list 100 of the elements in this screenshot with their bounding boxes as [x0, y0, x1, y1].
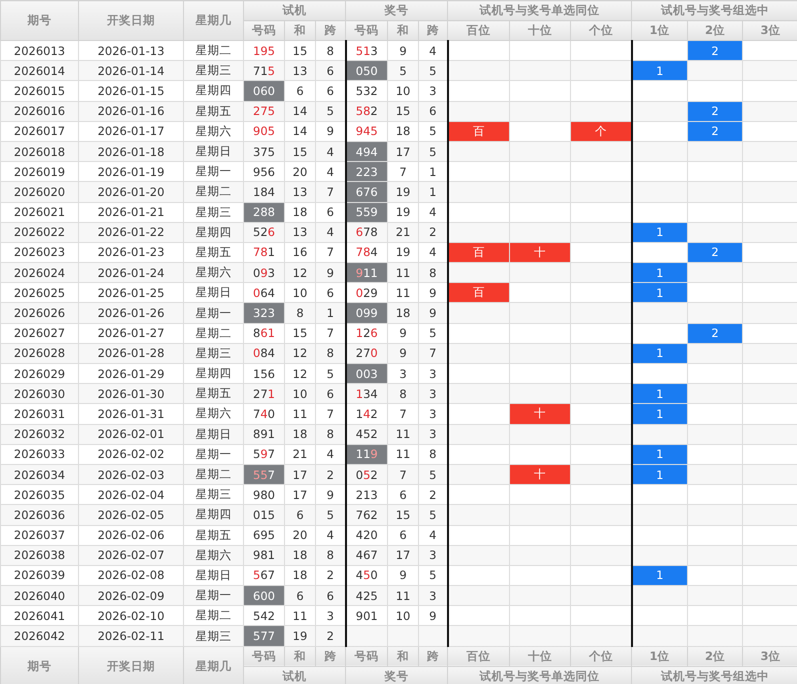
table-cell: 2026-01-15	[78, 80, 184, 102]
table-cell: 2026-01-27	[78, 323, 184, 344]
number-cell: 557	[244, 464, 284, 485]
column-header: 跨	[418, 646, 448, 666]
number-cell: 559	[346, 202, 388, 222]
hit-cell: 1	[632, 262, 688, 283]
table-cell: 2026031	[0, 404, 78, 424]
hit-cell: 1	[632, 444, 688, 464]
hit-cell: 1	[632, 222, 688, 242]
table-cell: 6	[388, 525, 419, 546]
hit-cell: 1	[632, 384, 688, 404]
column-header: 跨	[316, 646, 346, 666]
table-cell: 2026015	[0, 80, 78, 102]
column-group-header: 试机号与奖号单选同位	[448, 0, 632, 20]
column-header: 号码	[244, 646, 284, 666]
table-cell: 18	[284, 545, 316, 566]
column-header: 期号	[0, 646, 78, 684]
number-cell: 891	[244, 424, 284, 444]
table-cell: 9	[388, 323, 419, 344]
column-header: 1位	[632, 646, 688, 666]
table-cell: 2026016	[0, 101, 78, 122]
hit-cell: 百	[448, 121, 510, 142]
column-header: 十位	[510, 20, 571, 40]
table-cell: 星期二	[184, 323, 244, 344]
column-header: 和	[388, 646, 419, 666]
table-cell: 20	[284, 525, 316, 546]
table-cell: 8	[284, 302, 316, 324]
hit-cell: 2	[688, 242, 743, 263]
table-cell: 2026-02-07	[78, 545, 184, 566]
number-cell: 905	[244, 121, 284, 142]
table-cell: 14	[284, 121, 316, 142]
table-cell: 10	[388, 80, 419, 102]
table-cell: 2026-02-02	[78, 444, 184, 464]
column-group-header: 奖号	[346, 666, 448, 684]
column-header: 号码	[346, 646, 388, 666]
column-group-header: 试机号与奖号组选中	[632, 666, 797, 684]
hit-cell: 十	[510, 242, 571, 263]
number-cell: 223	[346, 162, 388, 182]
number-cell: 275	[244, 101, 284, 122]
table-cell: 13	[284, 182, 316, 202]
number-cell: 050	[346, 60, 388, 81]
table-cell: 2026038	[0, 545, 78, 566]
table-cell: 2026-02-11	[78, 626, 184, 646]
table-cell: 11	[284, 404, 316, 424]
column-header: 开奖日期	[78, 0, 184, 40]
hit-cell: 十	[510, 464, 571, 485]
column-header: 跨	[316, 20, 346, 40]
table-cell: 14	[284, 101, 316, 122]
table-cell: 2026017	[0, 121, 78, 142]
column-header: 期号	[0, 0, 78, 40]
number-cell: 911	[346, 262, 388, 283]
table-cell: 2026026	[0, 302, 78, 324]
table-cell: 星期四	[184, 222, 244, 242]
hit-cell: 1	[632, 282, 688, 303]
table-cell: 2026-01-22	[78, 222, 184, 242]
table-cell: 星期二	[184, 182, 244, 202]
number-cell: 740	[244, 404, 284, 424]
column-header: 星期几	[184, 0, 244, 40]
table-cell: 21	[284, 444, 316, 464]
table-cell: 星期六	[184, 545, 244, 566]
number-cell: 060	[244, 80, 284, 102]
table-cell: 2026-01-20	[78, 182, 184, 202]
column-header: 百位	[448, 20, 510, 40]
table-cell: 21	[388, 222, 419, 242]
hit-cell: 十	[510, 404, 571, 424]
table-cell: 13	[284, 222, 316, 242]
column-group-header: 奖号	[346, 0, 448, 20]
table-cell: 19	[284, 626, 316, 646]
column-header: 号码	[244, 20, 284, 40]
table-cell: 6	[284, 504, 316, 525]
column-group-header: 试机号与奖号单选同位	[448, 666, 632, 684]
table-cell: 15	[284, 323, 316, 344]
table-cell: 2026036	[0, 504, 78, 525]
column-header: 开奖日期	[78, 646, 184, 684]
table-cell: 18	[284, 424, 316, 444]
table-cell: 18	[388, 302, 419, 324]
number-cell: 600	[244, 586, 284, 606]
hit-cell: 1	[632, 404, 688, 424]
column-header: 1位	[632, 20, 688, 40]
column-header: 3位	[742, 20, 797, 40]
table-cell: 2026027	[0, 323, 78, 344]
table-cell: 6	[284, 80, 316, 102]
column-header: 百位	[448, 646, 510, 666]
hit-cell: 1	[632, 60, 688, 81]
table-cell: 15	[388, 101, 419, 122]
table-cell: 7	[388, 404, 419, 424]
table-cell: 2026020	[0, 182, 78, 202]
number-cell: 526	[244, 222, 284, 242]
number-cell: 577	[244, 626, 284, 646]
table-cell: 2026-01-17	[78, 121, 184, 142]
number-cell: 099	[346, 302, 388, 324]
column-group-header: 试机	[244, 0, 346, 20]
table-cell: 11	[388, 424, 419, 444]
table-cell: 17	[388, 545, 419, 566]
number-cell: 676	[346, 182, 388, 202]
number-cell: 003	[346, 364, 388, 384]
hit-cell: 1	[632, 565, 688, 586]
table-cell: 2026-01-26	[78, 302, 184, 324]
column-header: 个位	[570, 646, 632, 666]
table-cell: 2026-01-16	[78, 101, 184, 122]
